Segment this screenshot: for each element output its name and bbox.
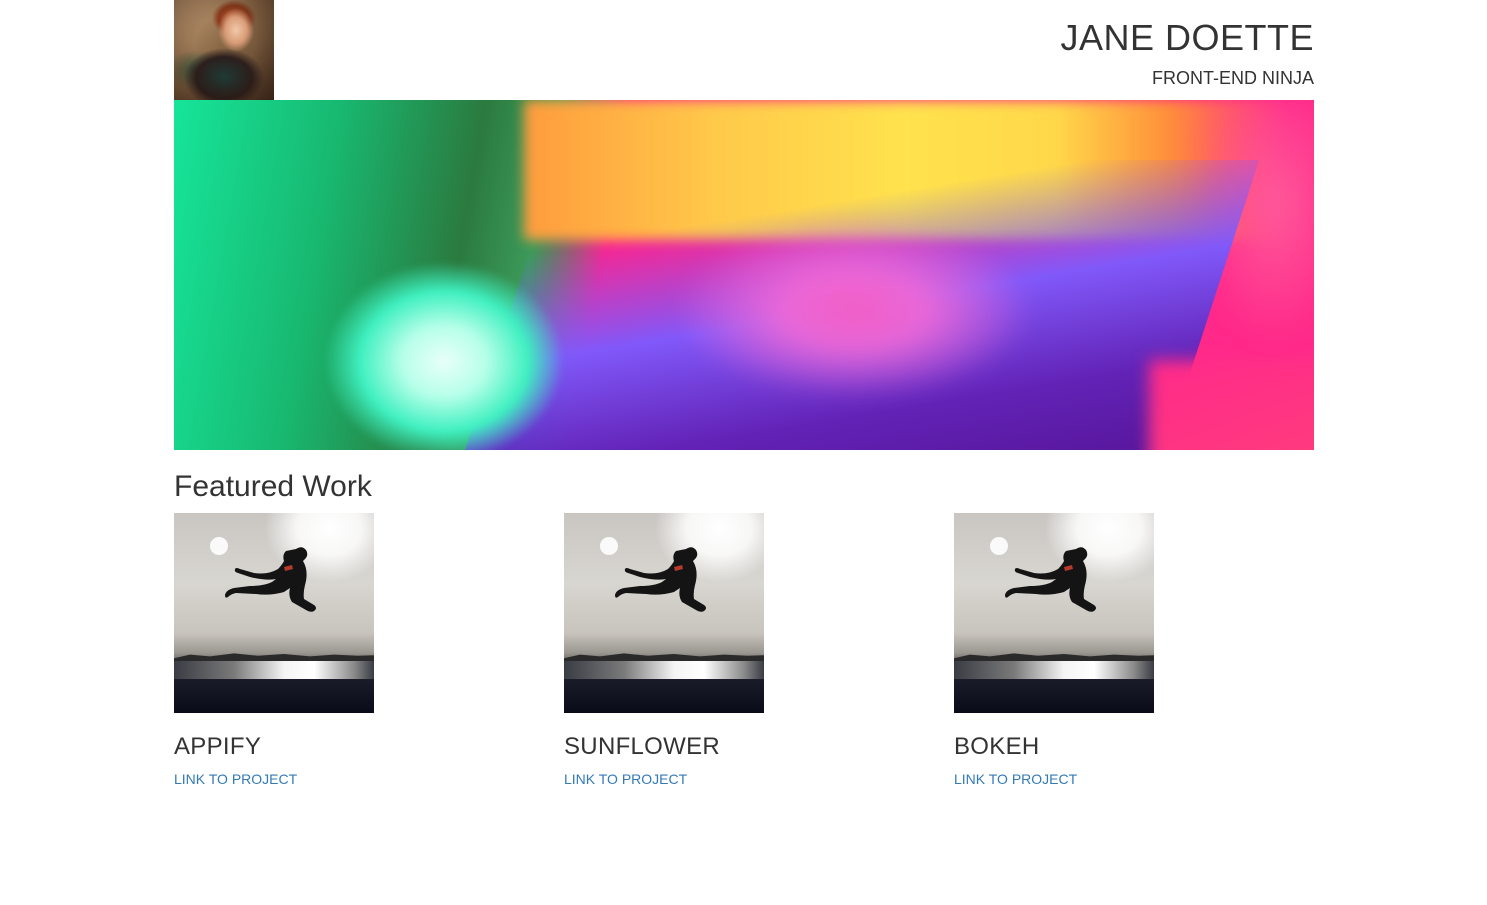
thumb-water xyxy=(174,661,374,681)
hero-layer-corner-pink xyxy=(1149,360,1314,450)
project-card: BOKEH LINK TO PROJECT xyxy=(954,513,1314,789)
avatar-vignette xyxy=(174,0,274,100)
ninja-silhouette-icon xyxy=(615,547,706,612)
hero-layer-bokeh-orb xyxy=(314,235,574,450)
hero-layer-pink xyxy=(594,220,1114,400)
avatar xyxy=(174,0,274,100)
project-link[interactable]: LINK TO PROJECT xyxy=(564,770,687,788)
project-grid: APPIFY LINK TO PROJECT SUNFLOWER LINK TO… xyxy=(174,513,1314,813)
project-thumbnail[interactable] xyxy=(174,513,374,713)
thumb-shore xyxy=(954,679,1154,713)
project-thumbnail[interactable] xyxy=(564,513,764,713)
ninja-silhouette-icon xyxy=(1005,547,1096,612)
page-header: JANE DOETTE FRONT-END NINJA xyxy=(174,0,1314,100)
site-title: JANE DOETTE xyxy=(1060,17,1314,58)
thumb-water xyxy=(954,661,1154,681)
thumb-shore xyxy=(564,679,764,713)
project-link[interactable]: LINK TO PROJECT xyxy=(954,770,1077,788)
hero-banner xyxy=(174,100,1314,450)
featured-work-heading: Featured Work xyxy=(174,470,372,503)
thumb-shore xyxy=(174,679,374,713)
site-tagline: FRONT-END NINJA xyxy=(1152,68,1314,88)
ninja-silhouette-icon xyxy=(225,547,316,612)
project-thumbnail[interactable] xyxy=(954,513,1154,713)
project-card: APPIFY LINK TO PROJECT xyxy=(174,513,534,789)
project-title: BOKEH xyxy=(954,733,1040,760)
thumb-water xyxy=(564,661,764,681)
project-card: SUNFLOWER LINK TO PROJECT xyxy=(564,513,924,789)
page-container: JANE DOETTE FRONT-END NINJA Featured Wor… xyxy=(174,0,1314,813)
project-title: SUNFLOWER xyxy=(564,733,721,760)
project-link[interactable]: LINK TO PROJECT xyxy=(174,770,297,788)
project-title: APPIFY xyxy=(174,733,262,760)
